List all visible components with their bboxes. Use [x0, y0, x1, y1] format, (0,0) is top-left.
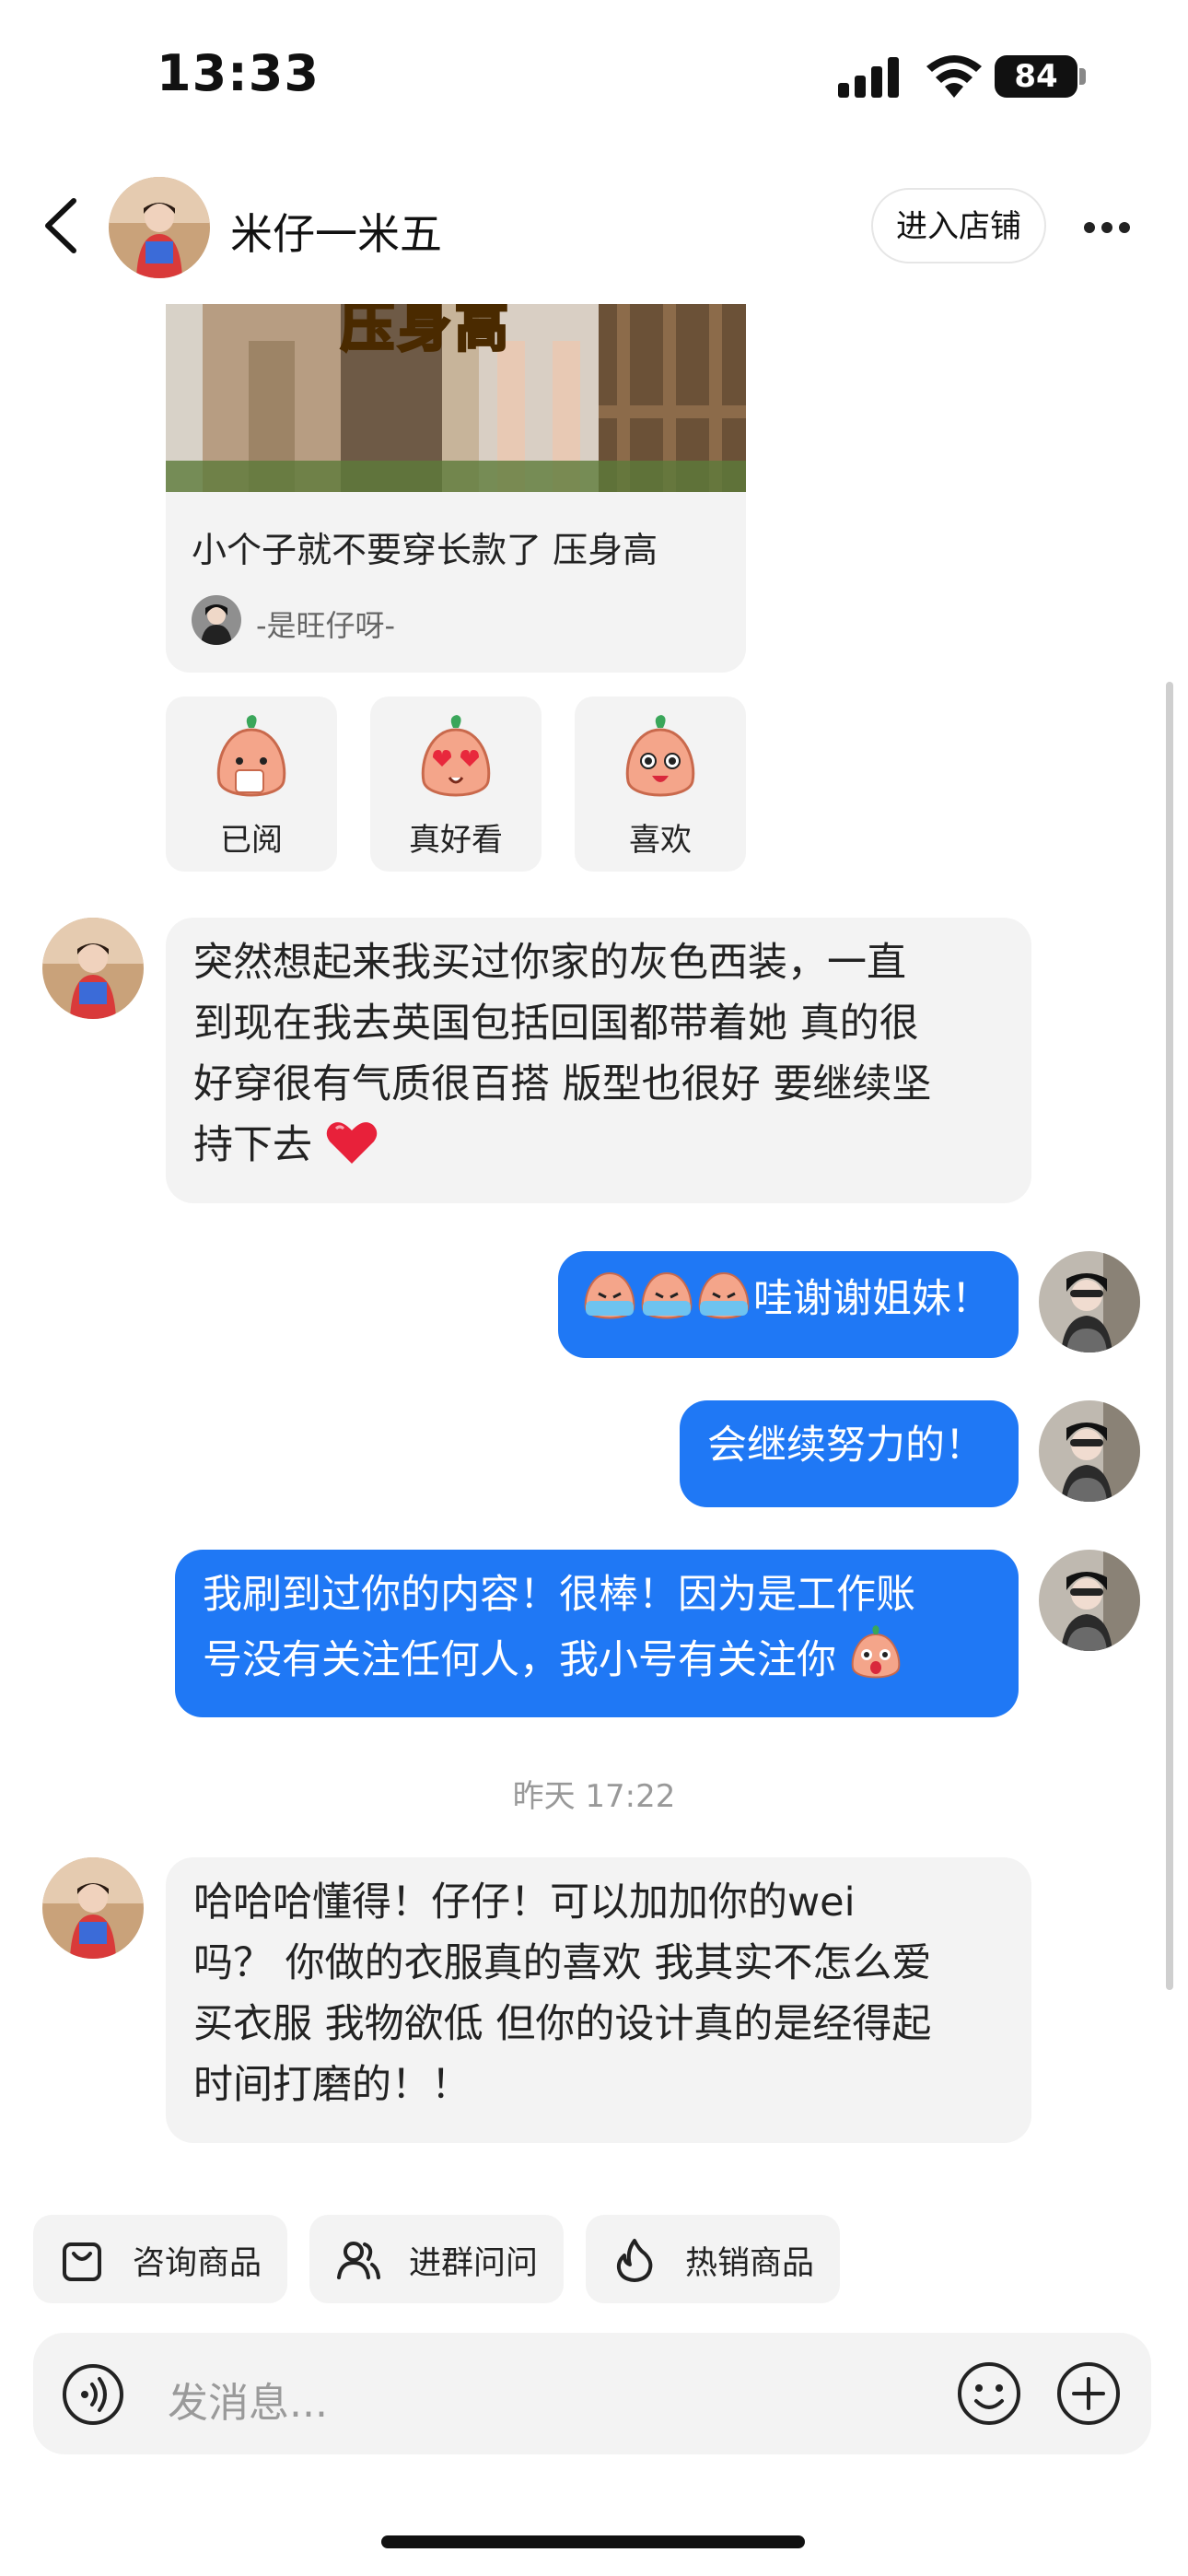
- message-line: 到现在我去英国包括回国都带着她 真的很: [193, 1001, 919, 1047]
- message-input[interactable]: 发消息...: [168, 2370, 328, 2429]
- message-bubble: 我刷到过你的内容！很棒！因为是工作账 号没有关注任何人，我小号有关注你: [175, 1550, 1019, 1717]
- battery-level: 84: [995, 55, 1077, 98]
- message-bubble: 会继续努力的！: [680, 1400, 1019, 1507]
- enter-shop-button[interactable]: 进入店铺: [871, 188, 1046, 263]
- more-icon[interactable]: [1083, 221, 1131, 234]
- message-line-wrap: 号没有关注任何人，我小号有关注你: [203, 1625, 991, 1691]
- contact-message-avatar[interactable]: [42, 1857, 144, 1959]
- quick-action-join-group[interactable]: 进群问问: [309, 2215, 564, 2303]
- emoji-icon[interactable]: [956, 2360, 1022, 2427]
- message-line: 持下去: [193, 1122, 312, 1168]
- post-cover-text: 压身高: [339, 304, 513, 360]
- post-author-name: -是旺仔呀-: [256, 608, 396, 643]
- reaction-read-label: 已阅: [220, 822, 283, 859]
- signal-icon: [838, 57, 899, 98]
- quick-action-label: 咨询商品: [133, 2245, 262, 2282]
- message-line-wrap: 持下去: [193, 1115, 1004, 1176]
- red-heart-icon: [326, 1122, 377, 1164]
- post-title: 小个子就不要穿长款了 压身高: [192, 530, 658, 570]
- voice-icon[interactable]: [61, 2362, 125, 2427]
- my-avatar[interactable]: [1039, 1550, 1140, 1651]
- status-time: 13:33: [157, 44, 320, 102]
- group-icon: [337, 2242, 380, 2279]
- reaction-like-button[interactable]: 喜欢: [575, 697, 746, 872]
- reaction-like-label: 喜欢: [629, 822, 692, 859]
- message-line: 买衣服 我物欲低 但你的设计真的是经得起: [193, 2001, 932, 2047]
- message-line: 号没有关注任何人，我小号有关注你: [203, 1637, 836, 1683]
- quick-action-label: 进群问问: [409, 2245, 539, 2282]
- wifi-icon: [926, 55, 982, 98]
- message-line: 哈哈哈懂得！仔仔！可以加加你的wei: [193, 1879, 856, 1926]
- quick-action-label: 热销商品: [685, 2245, 815, 2282]
- quick-action-hot-products[interactable]: 热销商品: [586, 2215, 840, 2303]
- reaction-read-button[interactable]: 已阅: [166, 697, 337, 872]
- reaction-nice-button[interactable]: 真好看: [370, 697, 542, 872]
- message-input-bar: 发消息...: [33, 2333, 1151, 2454]
- message-line: 时间打磨的！！: [193, 2062, 471, 2108]
- quick-action-consult-product[interactable]: 咨询商品: [33, 2215, 287, 2303]
- post-author-avatar: [192, 595, 241, 645]
- like-face-icon: [625, 715, 695, 797]
- scrollbar[interactable]: [1166, 682, 1173, 1990]
- message-text: 会继续努力的！: [707, 1423, 984, 1469]
- message-line: 突然想起来我买过你家的灰色西装，一直: [193, 940, 906, 986]
- message-bubble: 哈哈哈懂得！仔仔！可以加加你的wei 吗？ 你做的衣服真的喜欢 我其实不怎么爱 …: [166, 1857, 1031, 2143]
- shared-post-card[interactable]: 压身高 小个子就不要穿长款了 压身高 -是旺仔呀-: [166, 304, 746, 673]
- surprised-face-icon: [851, 1625, 900, 1679]
- message-line: 我刷到过你的内容！很棒！因为是工作账: [203, 1572, 915, 1618]
- message-bubble: 哇谢谢姐妹！: [558, 1251, 1019, 1358]
- heart-eyes-face-icon: [421, 715, 491, 797]
- battery-icon: [1079, 68, 1086, 85]
- shopping-bag-icon: [63, 2242, 101, 2281]
- home-indicator[interactable]: [381, 2535, 805, 2548]
- crying-face-icon: [584, 1271, 750, 1319]
- read-face-icon: [216, 715, 286, 797]
- message-line: 好穿很有气质很百搭 版型也很好 要继续坚: [193, 1061, 932, 1107]
- message-timestamp: 昨天 17:22: [512, 1778, 676, 1815]
- chat-title: 米仔一米五: [230, 209, 442, 259]
- plus-icon[interactable]: [1055, 2360, 1122, 2427]
- back-chevron-icon[interactable]: [41, 197, 81, 254]
- post-cover-image: 压身高: [166, 304, 746, 492]
- contact-avatar[interactable]: [109, 177, 210, 278]
- flame-icon: [616, 2239, 653, 2282]
- my-avatar[interactable]: [1039, 1251, 1140, 1352]
- reaction-nice-label: 真好看: [409, 822, 503, 859]
- message-text: 哇谢谢姐妹！: [753, 1276, 991, 1322]
- contact-message-avatar[interactable]: [42, 918, 144, 1019]
- my-avatar[interactable]: [1039, 1400, 1140, 1502]
- message-line: 吗？ 你做的衣服真的喜欢 我其实不怎么爱: [193, 1940, 932, 1986]
- message-bubble: 突然想起来我买过你家的灰色西装，一直 到现在我去英国包括回国都带着她 真的很 好…: [166, 918, 1031, 1203]
